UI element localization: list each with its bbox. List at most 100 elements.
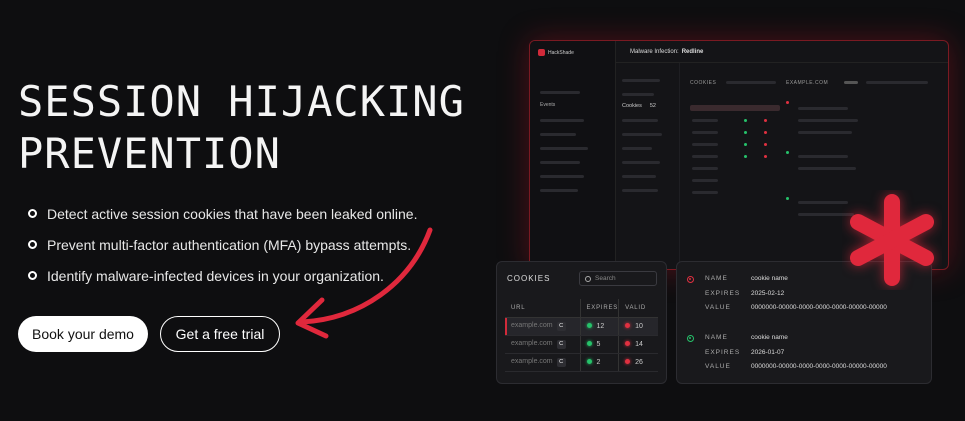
mini-search: [726, 81, 776, 84]
red-status-dot-icon: [625, 323, 631, 329]
mini-cell: [692, 179, 718, 182]
header-prefix: Malware Infection:: [630, 48, 679, 55]
dashboard-header: Malware Infection: Redline: [616, 41, 948, 63]
detail-key: EXPIRES: [705, 349, 741, 356]
brand-name: HackShade: [548, 49, 574, 56]
detail-expires-row: EXPIRES 2026-01-07: [705, 349, 784, 356]
mini-cell: [692, 143, 718, 146]
brand-asterisk-icon: [850, 194, 934, 286]
url-text: example.com: [511, 357, 553, 365]
mini-status-dot: [744, 143, 747, 146]
cookies-table: URL EXPIRES VALID example.com C 12 10 exa…: [505, 299, 658, 372]
mini-toggle: [844, 81, 858, 84]
mini-status-dot: [764, 119, 767, 122]
mini-search: [866, 81, 928, 84]
mini-status-dot: [764, 155, 767, 158]
detail-expires-row: EXPIRES 2025-02-12: [705, 290, 784, 297]
search-icon: [585, 275, 591, 282]
arrow-pointer-icon: [295, 227, 433, 339]
nav-placeholder: [540, 189, 578, 192]
valid-cell: 10: [618, 317, 658, 336]
hero-title-line-2: PREVENTION: [18, 129, 281, 178]
dashboard-menu: Cookies 52: [616, 63, 680, 269]
column-header-url[interactable]: URL: [505, 299, 581, 318]
detail-key: EXPIRES: [705, 290, 741, 297]
menu-item-cookies[interactable]: Cookies 52: [622, 103, 656, 109]
mini-detail: [798, 119, 858, 122]
book-demo-button[interactable]: Book your demo: [18, 316, 148, 352]
detail-key: NAME: [705, 334, 728, 341]
mini-status-dot: [764, 143, 767, 146]
mini-status-dot: [786, 197, 789, 200]
menu-placeholder: [622, 119, 658, 122]
mini-status-dot: [744, 119, 747, 122]
menu-item-label: Cookies: [622, 103, 642, 109]
search-input[interactable]: Search: [579, 271, 657, 286]
red-status-dot-icon: [625, 359, 631, 365]
detail-key: VALUE: [705, 363, 731, 370]
green-status-ring-icon: [687, 335, 694, 342]
table-row[interactable]: example.com C 12 10: [505, 317, 658, 336]
mini-status-dot: [744, 155, 747, 158]
mini-domain-label: EXAMPLE.COM: [786, 80, 829, 86]
nav-placeholder: [540, 175, 584, 178]
mini-status-dot: [786, 151, 789, 154]
menu-placeholder: [622, 79, 660, 82]
red-status-dot-icon: [625, 341, 631, 347]
table-row[interactable]: example.com C 5 14: [505, 335, 658, 354]
nav-placeholder: [540, 161, 580, 164]
mini-detail: [798, 107, 848, 110]
url-text: example.com: [511, 321, 553, 329]
nav-placeholder: [540, 91, 580, 94]
valid-cell: 14: [618, 335, 658, 354]
column-header-expires[interactable]: EXPIRES: [580, 299, 620, 318]
column-header-valid[interactable]: VALID: [618, 299, 658, 318]
url-cell: example.com C: [505, 317, 581, 336]
feature-text: Detect active session cookies that have …: [47, 205, 418, 222]
detail-name-row: NAME cookie name: [705, 275, 788, 282]
mini-status-dot: [744, 131, 747, 134]
mini-selected-row: [690, 105, 780, 111]
mini-cell: [692, 167, 718, 170]
detail-value: 0000000-00000-0000-0000-0000-00000-00000: [751, 304, 887, 311]
valid-count: 26: [635, 358, 643, 366]
table-row[interactable]: example.com C 2 26: [505, 353, 658, 372]
search-placeholder: Search: [595, 275, 616, 282]
valid-count: 14: [635, 340, 643, 348]
green-status-dot-icon: [586, 359, 592, 365]
hero-title: SESSION HIJACKING PREVENTION: [18, 76, 465, 180]
detail-value: 2026-01-07: [751, 349, 785, 356]
url-cell: example.com C: [505, 353, 581, 372]
mini-detail: [798, 131, 852, 134]
url-cell: example.com C: [505, 335, 581, 354]
mini-cell: [692, 119, 718, 122]
sidebar-item-events[interactable]: Events: [540, 102, 555, 108]
mini-cell: [692, 155, 718, 158]
detail-name-row: NAME cookie name: [705, 334, 788, 341]
bullet-circle-icon: [28, 209, 37, 218]
free-trial-button[interactable]: Get a free trial: [160, 316, 280, 352]
detail-value: 2025-02-12: [751, 290, 785, 297]
expires-count: 2: [596, 358, 601, 366]
detail-value-row: VALUE 0000000-00000-0000-0000-0000-00000-…: [705, 304, 887, 311]
brand-logo: HackShade: [538, 49, 574, 56]
bullet-circle-icon: [28, 271, 37, 280]
table-header-row: URL EXPIRES VALID: [505, 299, 658, 318]
mini-cell: [692, 191, 718, 194]
expires-count: 12: [596, 322, 605, 330]
cookie-badge: C: [556, 321, 566, 331]
menu-placeholder: [622, 133, 662, 136]
menu-placeholder: [622, 93, 654, 96]
mini-cookies-label: COOKIES: [690, 80, 717, 86]
detail-value: 0000000-00000-0000-0000-0000-00000-00000: [751, 363, 887, 370]
mini-cell: [692, 131, 718, 134]
expires-cell: 5: [580, 335, 620, 354]
bullet-circle-icon: [28, 240, 37, 249]
cookies-card: COOKIES Search URL EXPIRES VALID example…: [496, 261, 667, 384]
nav-placeholder: [540, 133, 576, 136]
menu-placeholder: [622, 147, 652, 150]
detail-value: cookie name: [751, 334, 788, 341]
green-status-dot-icon: [586, 323, 592, 329]
hero-title-line-1: SESSION HIJACKING: [18, 77, 465, 126]
mini-status-dot: [786, 101, 789, 104]
